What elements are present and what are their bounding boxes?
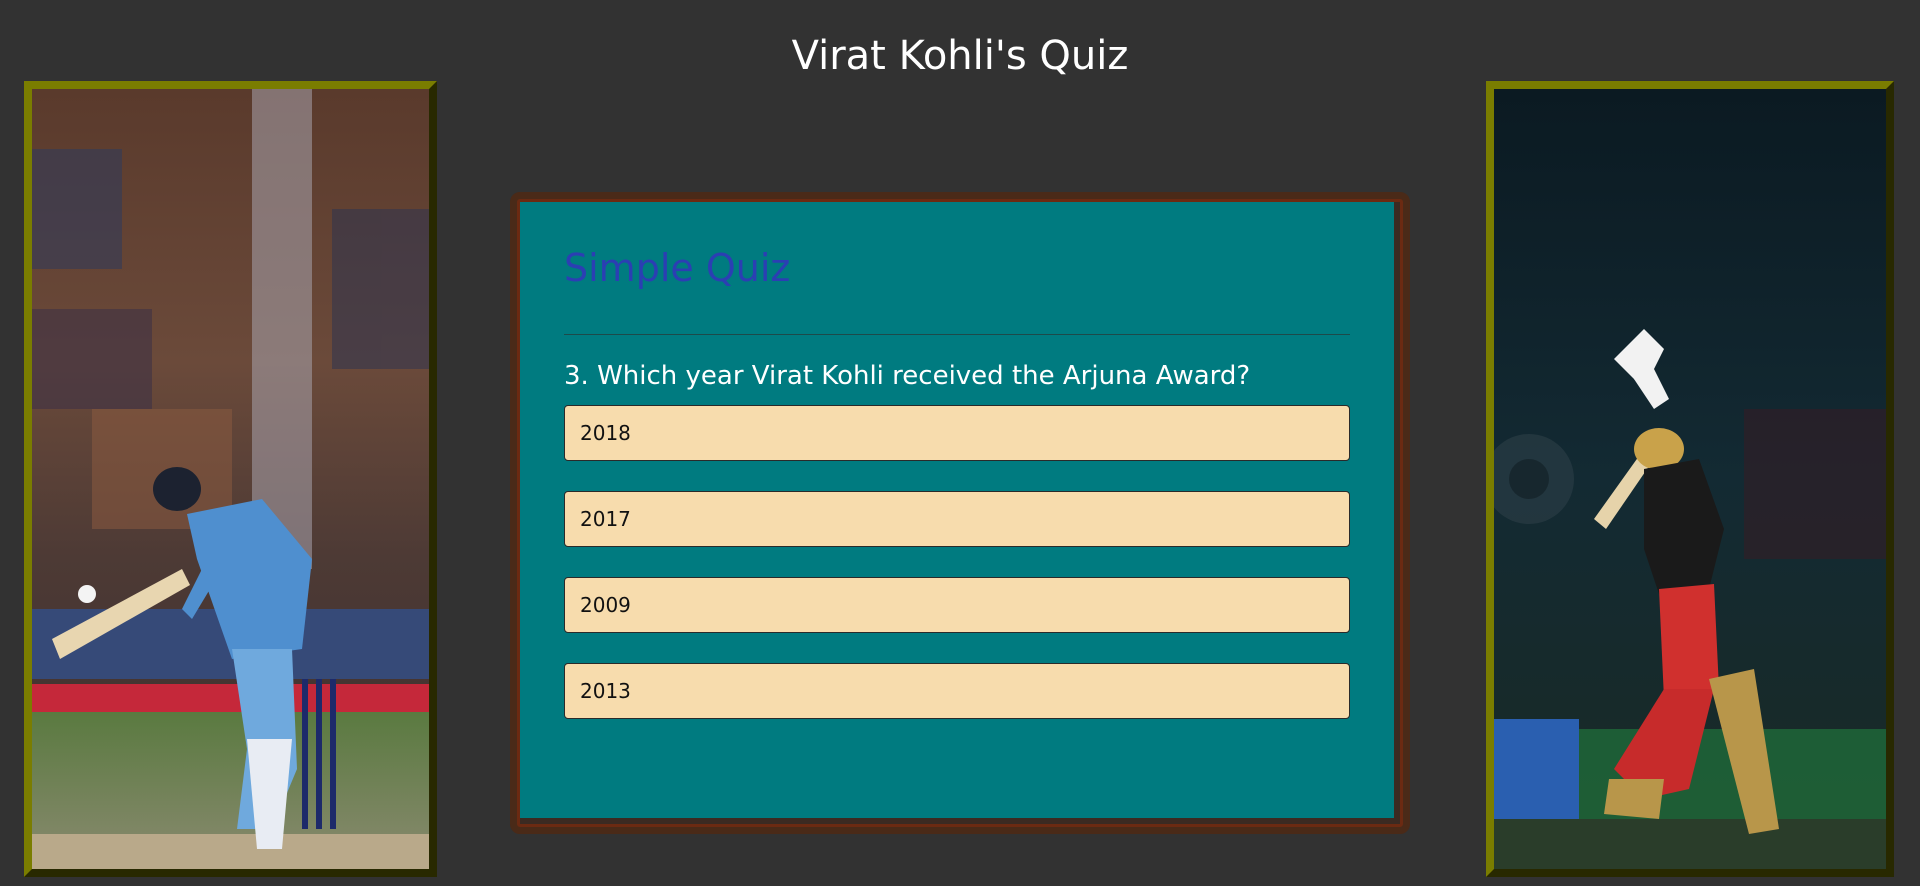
quiz-container: Simple Quiz 3. Which year Virat Kohli re… xyxy=(510,192,1410,834)
quiz-card: Simple Quiz 3. Which year Virat Kohli re… xyxy=(520,202,1400,824)
right-photo-frame xyxy=(1486,81,1894,877)
answer-option-1[interactable]: 2018 xyxy=(564,405,1350,461)
answer-option-3[interactable]: 2009 xyxy=(564,577,1350,633)
left-photo-frame xyxy=(24,81,437,877)
answer-option-4[interactable]: 2013 xyxy=(564,663,1350,719)
left-batsman-photo xyxy=(32,89,429,869)
answer-option-2[interactable]: 2017 xyxy=(564,491,1350,547)
right-batsman-photo xyxy=(1494,89,1886,869)
quiz-heading: Simple Quiz xyxy=(564,246,791,290)
question-text: 3. Which year Virat Kohli received the A… xyxy=(564,361,1251,391)
page-title: Virat Kohli's Quiz xyxy=(791,33,1129,79)
page: Virat Kohli's Quiz Simple Quiz 3. Which … xyxy=(0,0,1920,886)
answer-options: 2018 2017 2009 2013 xyxy=(564,405,1350,719)
quiz-divider xyxy=(564,334,1350,335)
